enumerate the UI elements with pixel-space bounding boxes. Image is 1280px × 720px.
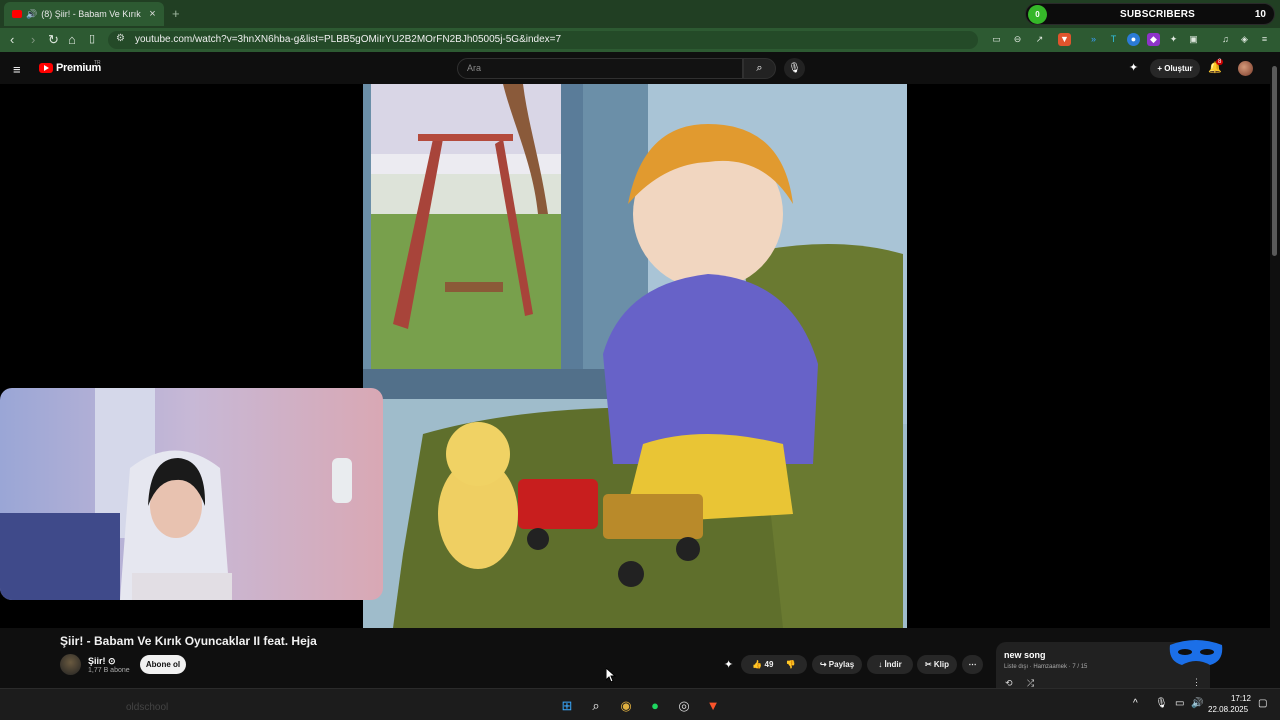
playlist-meta: Liste dışı · Hamzaamek · 7 / 15 xyxy=(1004,664,1088,670)
close-tab-icon[interactable]: × xyxy=(149,8,155,20)
like-icon[interactable]: 👍 xyxy=(752,660,762,669)
more-actions-button[interactable]: ⋯ xyxy=(962,655,983,674)
ask-icon[interactable]: ✦ xyxy=(1129,61,1138,74)
extension-translate-icon[interactable]: T xyxy=(1107,33,1120,46)
brave-shield-icon[interactable]: ▼ xyxy=(1058,33,1071,46)
blue-mask-logo-icon xyxy=(1169,640,1223,665)
wallet-icon[interactable]: ◈ xyxy=(1238,33,1251,46)
share-button[interactable]: ↪ Paylaş xyxy=(812,655,862,674)
subscribers-left-count: 0 xyxy=(1028,5,1047,24)
address-toolbar: ‹ › ↻ ⌂ ▯ ⚙ youtube.com/watch?v=3hnXN6hb… xyxy=(0,28,1280,52)
search-button[interactable]: ⌕ xyxy=(743,58,776,79)
browser-tab-bar: 🔊 (8) Şiir! - Babam Ve Kırık Oyu × + 0 S… xyxy=(0,0,1280,28)
extension-purple-icon[interactable]: ◆ xyxy=(1147,33,1160,46)
country-code: TR xyxy=(94,60,101,66)
webcam-overlay xyxy=(0,388,383,600)
subscribe-button[interactable]: Abone ol xyxy=(140,655,186,674)
clock-time[interactable]: 17:12 xyxy=(1213,694,1251,703)
app-launcher-icon[interactable]: ◉ xyxy=(617,697,635,715)
scrollbar-thumb[interactable] xyxy=(1272,66,1277,256)
brave-browser-icon[interactable]: ▼ xyxy=(704,697,722,715)
like-count[interactable]: 49 xyxy=(765,660,774,669)
home-icon[interactable]: ⌂ xyxy=(68,32,76,47)
reload-icon[interactable]: ↻ xyxy=(48,32,59,48)
back-icon[interactable]: ‹ xyxy=(10,32,14,47)
download-label: İndir xyxy=(884,660,902,669)
youtube-logo-icon[interactable] xyxy=(39,63,53,73)
account-avatar[interactable] xyxy=(1238,61,1253,76)
url-text: youtube.com/watch?v=3hnXN6hba-g&list=PLB… xyxy=(135,34,562,45)
subscribers-widget: 0 SUBSCRIBERS 10 xyxy=(1025,3,1275,25)
channel-avatar[interactable] xyxy=(60,654,81,675)
search-input[interactable]: Ara xyxy=(457,58,743,79)
extensions-puzzle-icon[interactable]: ✦ xyxy=(1167,33,1180,46)
forward-icon[interactable]: › xyxy=(31,32,35,47)
new-tab-icon[interactable]: + xyxy=(172,6,180,21)
youtube-header: ≡ Premium TR Ara ⌕ 🎙 ✦ + Oluştur 🔔 8 xyxy=(0,52,1280,84)
site-info-icon[interactable]: ⚙ xyxy=(116,33,125,44)
browser-menu-icon[interactable]: ≡ xyxy=(1258,33,1271,46)
search-placeholder: Ara xyxy=(467,63,482,73)
taskbar-ghost-text: oldschool xyxy=(126,702,169,713)
playlist-title: new song xyxy=(1004,650,1046,660)
notification-badge: 8 xyxy=(1216,59,1224,65)
video-title: Şiir! - Babam Ve Kırık Oyuncaklar II fea… xyxy=(60,634,317,648)
notification-center-icon[interactable]: ▢ xyxy=(1258,698,1267,709)
mouse-cursor-icon xyxy=(606,668,616,682)
create-label: Oluştur xyxy=(1164,64,1193,73)
share-icon[interactable]: ↗ xyxy=(1033,33,1046,46)
clip-button[interactable]: ✂ Klip xyxy=(917,655,957,674)
windows-start-icon[interactable]: ⊞ xyxy=(558,697,576,715)
channel-subscriber-count: 1,77 B abone xyxy=(88,667,130,674)
share-arrow-icon: ↪ xyxy=(819,660,827,669)
scissors-icon: ✂ xyxy=(924,660,932,669)
browser-tab[interactable]: 🔊 (8) Şiir! - Babam Ve Kırık Oyu × xyxy=(4,2,164,26)
bookmark-icon[interactable]: ▯ xyxy=(89,32,95,45)
video-frame-illustration[interactable] xyxy=(363,84,907,628)
subscribers-label: SUBSCRIBERS xyxy=(1120,9,1195,20)
obs-icon[interactable]: ◎ xyxy=(675,697,693,715)
dislike-icon[interactable]: 👎 xyxy=(786,660,796,669)
tray-volume-icon[interactable]: 🔊 xyxy=(1191,698,1203,709)
microphone-icon: 🎙 xyxy=(788,63,801,74)
tab-title: (8) Şiir! - Babam Ve Kırık Oyu xyxy=(41,9,143,19)
like-dislike-group: 👍 49 👎 xyxy=(741,655,807,674)
zoom-icon[interactable]: ⊖ xyxy=(1011,33,1024,46)
sidebar-icon[interactable]: ▣ xyxy=(1187,33,1200,46)
hamburger-menu-icon[interactable]: ≡ xyxy=(13,62,21,77)
media-icon[interactable]: ♫ xyxy=(1219,33,1232,46)
page-scrollbar[interactable] xyxy=(1270,56,1278,688)
tray-chevron-icon[interactable]: ^ xyxy=(1133,698,1138,709)
spotify-icon[interactable]: ● xyxy=(646,697,664,715)
extension-blue-icon[interactable]: ● xyxy=(1127,33,1140,46)
download-icon: ↓ xyxy=(878,660,883,669)
ask-ai-icon[interactable]: ✦ xyxy=(724,658,733,671)
create-button[interactable]: + Oluştur xyxy=(1150,59,1200,78)
taskbar-search-icon[interactable]: ⌕ xyxy=(587,697,605,715)
channel-name[interactable]: Şiir! ⊙ xyxy=(88,656,116,667)
share-label: Paylaş xyxy=(828,660,855,669)
windows-taskbar xyxy=(0,688,1280,720)
clock-date[interactable]: 22.08.2025 xyxy=(1208,705,1248,714)
speaker-icon[interactable]: 🔊 xyxy=(26,9,37,20)
subscribers-right-count: 10 xyxy=(1254,9,1266,20)
search-icon: ⌕ xyxy=(756,62,763,74)
more-icon: ⋯ xyxy=(968,660,977,669)
tray-mic-icon[interactable]: 🎙 xyxy=(1155,698,1168,709)
voice-search-button[interactable]: 🎙 xyxy=(784,58,805,79)
cast-icon[interactable]: ▭ xyxy=(990,33,1003,46)
tray-network-icon[interactable]: ▭ xyxy=(1175,698,1184,709)
youtube-favicon-icon xyxy=(12,10,22,18)
url-bar[interactable]: ⚙ youtube.com/watch?v=3hnXN6hba-g&list=P… xyxy=(108,31,978,49)
playlist-more-icon[interactable]: ⋮ xyxy=(1192,677,1201,688)
extension-wave-icon[interactable]: » xyxy=(1087,33,1100,46)
download-button[interactable]: ↓ İndir xyxy=(867,655,913,674)
clip-label: Klip xyxy=(933,660,950,669)
